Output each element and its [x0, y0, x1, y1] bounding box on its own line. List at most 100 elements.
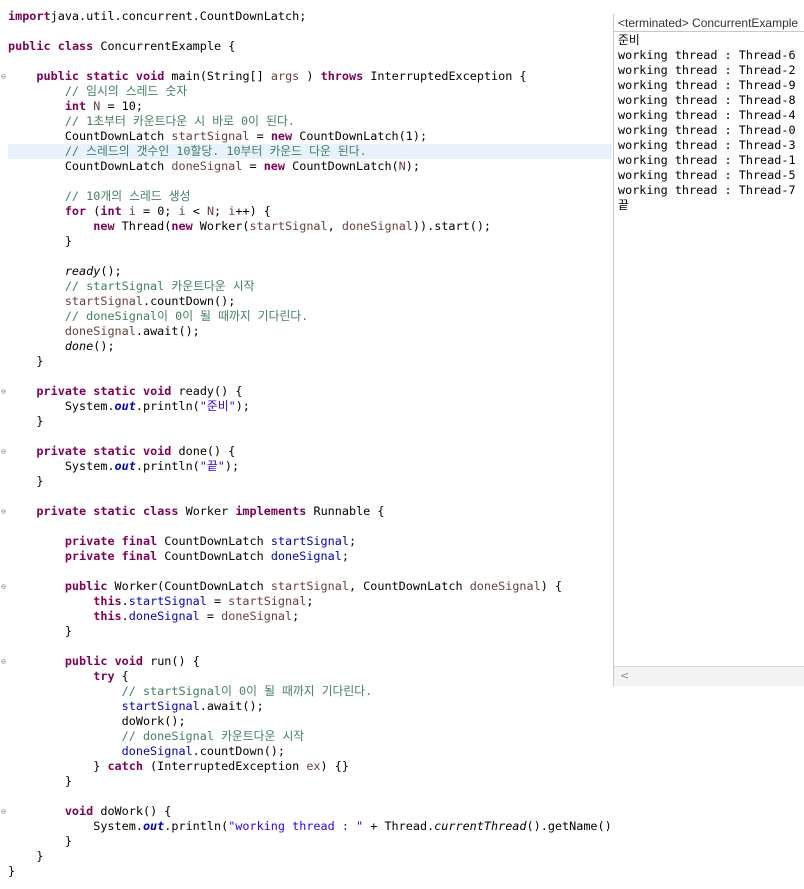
console-horizontal-scrollbar[interactable]: < — [614, 666, 804, 686]
code-line[interactable]: public Worker(CountDownLatch startSignal… — [8, 579, 562, 594]
code-line[interactable]: // doneSignal이 0이 될 때까지 기다린다. — [8, 309, 308, 324]
code-line[interactable]: void doWork() { — [8, 804, 172, 819]
console-view[interactable]: <terminated> ConcurrentExample 준비 working… — [613, 14, 804, 686]
code-line[interactable]: doneSignal.countDown(); — [8, 744, 285, 759]
code-line[interactable]: // startSignal 카운트다운 시작 — [8, 279, 255, 294]
code-token: ) { — [540, 579, 563, 593]
code-token: = 10; — [100, 99, 143, 113]
fold-toggle-icon[interactable]: ⊖ — [0, 579, 7, 594]
console-output-line: working thread : Thread-3 — [618, 138, 796, 152]
code-line[interactable]: public class ConcurrentExample { — [8, 39, 235, 54]
code-line[interactable]: // 10개의 스레드 생성 — [8, 189, 191, 204]
code-token: static — [86, 69, 129, 83]
code-token: } — [8, 834, 72, 848]
code-line[interactable]: startSignal.await(); — [8, 699, 264, 714]
code-token: doneSignal — [171, 159, 243, 173]
code-token: .println( — [164, 819, 229, 833]
code-token: doneSignal — [469, 579, 541, 593]
code-line[interactable]: try { — [8, 669, 129, 684]
code-editor[interactable]: importjava.util.concurrent.CountDownLatc… — [0, 0, 612, 889]
code-line[interactable]: doneSignal.await(); — [8, 324, 200, 339]
code-line[interactable]: // 1초부터 카운트다운 시 바로 0이 된다. — [8, 114, 295, 129]
code-line[interactable]: private static void done() { — [8, 444, 235, 459]
code-token: = — [206, 594, 229, 608]
code-line[interactable]: } — [8, 849, 43, 864]
code-token: private — [36, 504, 87, 518]
code-token: doneSignal — [121, 744, 193, 758]
code-line[interactable]: done(); — [8, 339, 115, 354]
code-token: out — [114, 399, 136, 413]
code-token: = — [242, 159, 264, 173]
fold-toggle-icon[interactable]: ⊖ — [0, 804, 7, 819]
code-line[interactable]: } catch (InterruptedException ex) {} — [8, 759, 349, 774]
code-line[interactable]: } — [8, 774, 72, 789]
code-line[interactable]: doWork(); — [8, 714, 186, 729]
code-line[interactable]: System.out.println("working thread : " +… — [8, 819, 612, 834]
code-token: ex — [306, 759, 321, 773]
code-line[interactable]: // doneSignal 카운트다운 시작 — [8, 729, 305, 744]
code-line[interactable]: } — [8, 414, 43, 429]
code-token: , — [327, 219, 342, 233]
fold-toggle-icon[interactable]: ⊖ — [0, 654, 7, 669]
fold-toggle-icon[interactable]: ⊖ — [0, 444, 7, 459]
code-token: CountDownLatch( — [285, 159, 399, 173]
code-line[interactable]: private final CountDownLatch doneSignal; — [8, 549, 349, 564]
code-token: run() { — [142, 654, 200, 668]
code-token: + Thread. — [363, 819, 435, 833]
fold-toggle-icon[interactable]: ⊖ — [0, 384, 7, 399]
console-output-line: working thread : Thread-2 — [618, 63, 796, 77]
code-token: ) {} — [320, 759, 349, 773]
code-line[interactable]: System.out.println("준비"); — [8, 399, 250, 414]
code-line[interactable]: // 스레드의 갯수인 10할당. 10부터 카운드 다운 된다. — [8, 144, 612, 159]
code-line[interactable]: CountDownLatch startSignal = new CountDo… — [8, 129, 427, 144]
code-line[interactable]: ready(); — [8, 264, 122, 279]
code-token: final — [121, 534, 158, 548]
code-line[interactable]: CountDownLatch doneSignal = new CountDow… — [8, 159, 420, 174]
console-output-line: working thread : Thread-8 — [618, 93, 796, 107]
code-line[interactable]: } — [8, 864, 15, 879]
code-token: ; — [348, 534, 357, 548]
code-line[interactable]: for (int i = 0; i < N; i++) { — [8, 204, 271, 219]
code-line[interactable]: private static void ready() { — [8, 384, 242, 399]
code-line[interactable]: public void run() { — [8, 654, 200, 669]
console-output[interactable]: 준비 working thread : Thread-6 working threa… — [618, 33, 796, 213]
code-token: ().getName()); — [526, 819, 612, 833]
code-line[interactable]: importjava.util.concurrent.CountDownLatc… — [8, 9, 306, 24]
code-line[interactable]: // 임시의 스레드 숫자 — [8, 84, 187, 99]
fold-toggle-icon[interactable]: ⊖ — [0, 69, 7, 84]
code-line[interactable]: System.out.println("끝"); — [8, 459, 239, 474]
code-line[interactable]: // startSignal이 0이 될 때까지 기다린다. — [8, 684, 373, 699]
code-token: ++) { — [235, 204, 271, 218]
code-line[interactable]: } — [8, 834, 72, 849]
code-token: } — [8, 234, 72, 248]
code-token: Thread( — [114, 219, 172, 233]
code-token: java.util.concurrent.CountDownLatch; — [50, 9, 307, 23]
code-line[interactable]: public static void main(String[] args ) … — [8, 69, 526, 84]
chevron-left-icon[interactable]: < — [620, 669, 629, 682]
code-line[interactable]: int N = 10; — [8, 99, 143, 114]
code-line[interactable]: this.startSignal = startSignal; — [8, 594, 313, 609]
code-token: ( — [86, 204, 101, 218]
code-token: ConcurrentExample { — [93, 39, 236, 53]
code-line[interactable]: startSignal.countDown(); — [8, 294, 235, 309]
code-line[interactable]: } — [8, 474, 43, 489]
code-line[interactable]: this.doneSignal = doneSignal; — [8, 609, 299, 624]
fold-toggle-icon[interactable]: ⊖ — [0, 504, 7, 519]
code-token: void — [135, 69, 165, 83]
code-line[interactable]: new Thread(new Worker(startSignal, doneS… — [8, 219, 491, 234]
code-line[interactable]: } — [8, 354, 43, 369]
code-line[interactable]: private static class Worker implements R… — [8, 504, 385, 519]
code-line[interactable]: private final CountDownLatch startSignal… — [8, 534, 356, 549]
code-line[interactable]: } — [8, 234, 72, 249]
code-line[interactable]: } — [8, 624, 72, 639]
code-token: main(String[] — [164, 69, 271, 83]
code-token: Runnable { — [306, 504, 385, 518]
